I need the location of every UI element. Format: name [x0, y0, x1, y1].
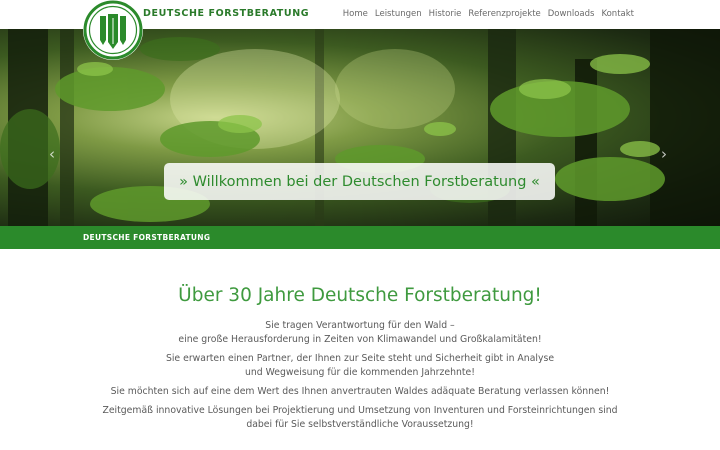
chevron-right-icon[interactable]: ›: [661, 147, 667, 162]
chevron-left-icon[interactable]: ‹: [49, 147, 55, 162]
paragraph-line: Sie tragen Verantwortung für den Wald –: [265, 320, 455, 331]
main-navigation: Home Leistungen Historie Referenzprojekt…: [343, 9, 634, 19]
intro-paragraph-3: Sie möchten sich auf eine dem Wert des I…: [0, 385, 720, 399]
nav-item-kontakt[interactable]: Kontakt: [601, 9, 634, 19]
band-label: DEUTSCHE FORSTBERATUNG: [83, 233, 211, 242]
nav-item-downloads[interactable]: Downloads: [548, 9, 595, 19]
paragraph-line: dabei für Sie selbstverständliche Voraus…: [246, 419, 474, 430]
nav-item-leistungen[interactable]: Leistungen: [375, 9, 422, 19]
paragraph-line: eine große Herausforderung in Zeiten von…: [178, 334, 542, 345]
welcome-banner: » Willkommen bei der Deutschen Forstbera…: [164, 163, 555, 200]
site-header: DEUTSCHE FORSTBERATUNG Home Leistungen H…: [0, 0, 720, 60]
intro-paragraph-4: Zeitgemäß innovative Lösungen bei Projek…: [0, 404, 720, 432]
page-headline: Über 30 Jahre Deutsche Forstberatung!: [178, 285, 542, 306]
nav-item-home[interactable]: Home: [343, 9, 368, 19]
main-content: Über 30 Jahre Deutsche Forstberatung! Si…: [0, 249, 720, 432]
forest-logo-icon[interactable]: [83, 0, 143, 60]
paragraph-line: Sie möchten sich auf eine dem Wert des I…: [110, 386, 610, 397]
nav-item-referenzprojekte[interactable]: Referenzprojekte: [468, 9, 540, 19]
paragraph-line: und Wegweisung für die kommenden Jahrzeh…: [245, 367, 475, 378]
paragraph-line: Sie erwarten einen Partner, der Ihnen zu…: [165, 353, 555, 364]
section-band: DEUTSCHE FORSTBERATUNG: [0, 226, 720, 249]
intro-paragraph-2: Sie erwarten einen Partner, der Ihnen zu…: [0, 352, 720, 380]
brand-name[interactable]: DEUTSCHE FORSTBERATUNG: [143, 8, 309, 19]
paragraph-line: Zeitgemäß innovative Lösungen bei Projek…: [102, 405, 618, 416]
nav-item-historie[interactable]: Historie: [429, 9, 462, 19]
intro-paragraph-1: Sie tragen Verantwortung für den Wald – …: [0, 319, 720, 347]
